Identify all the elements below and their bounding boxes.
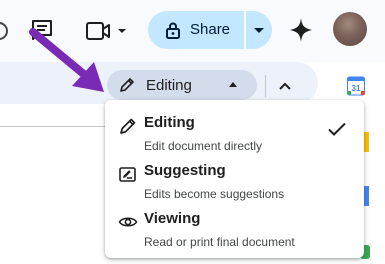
share-label: Share xyxy=(190,21,231,38)
toolbar-divider xyxy=(265,75,266,97)
svg-text:31: 31 xyxy=(352,84,361,93)
video-call-icon xyxy=(86,22,126,40)
gemini-sparkle-icon xyxy=(290,18,312,42)
menu-item-description: Read or print final document xyxy=(144,235,295,249)
avatar[interactable] xyxy=(333,12,367,46)
share-options-button[interactable] xyxy=(246,11,272,49)
editing-mode-button[interactable]: Editing xyxy=(107,70,257,100)
comment-button[interactable] xyxy=(28,16,56,44)
meet-button[interactable] xyxy=(84,18,130,44)
eye-icon xyxy=(118,217,138,227)
editing-mode-label: Editing xyxy=(146,77,192,94)
pencil-icon xyxy=(120,78,134,92)
google-calendar-icon[interactable]: 31 xyxy=(347,76,365,96)
checkmark-icon xyxy=(328,122,346,136)
share-button-group: Share xyxy=(148,11,272,49)
menu-item-title: Editing xyxy=(144,114,195,131)
caret-up-icon xyxy=(229,82,237,87)
chevron-down-icon xyxy=(254,28,264,33)
gemini-button[interactable] xyxy=(288,16,314,44)
lock-icon xyxy=(166,22,180,39)
chevron-up-icon xyxy=(279,82,291,90)
menu-item-title: Viewing xyxy=(144,210,201,227)
suggest-edit-icon xyxy=(119,167,136,182)
hide-menus-button[interactable] xyxy=(272,74,298,98)
menu-item-description: Edit document directly xyxy=(144,139,263,153)
menu-item-viewing[interactable]: Viewing Read or print final document xyxy=(105,206,364,254)
menu-item-editing[interactable]: Editing Edit document directly xyxy=(105,110,364,158)
menu-item-description: Edits become suggestions xyxy=(144,187,285,201)
menu-item-title: Suggesting xyxy=(144,162,226,179)
ruler-line xyxy=(0,126,110,127)
comment-icon xyxy=(32,20,52,40)
editing-mode-menu: Editing Edit document directly Suggestin… xyxy=(105,100,364,258)
share-button[interactable]: Share xyxy=(148,11,242,49)
menu-item-suggesting[interactable]: Suggesting Edits become suggestions xyxy=(105,158,364,206)
pencil-icon xyxy=(120,118,136,134)
